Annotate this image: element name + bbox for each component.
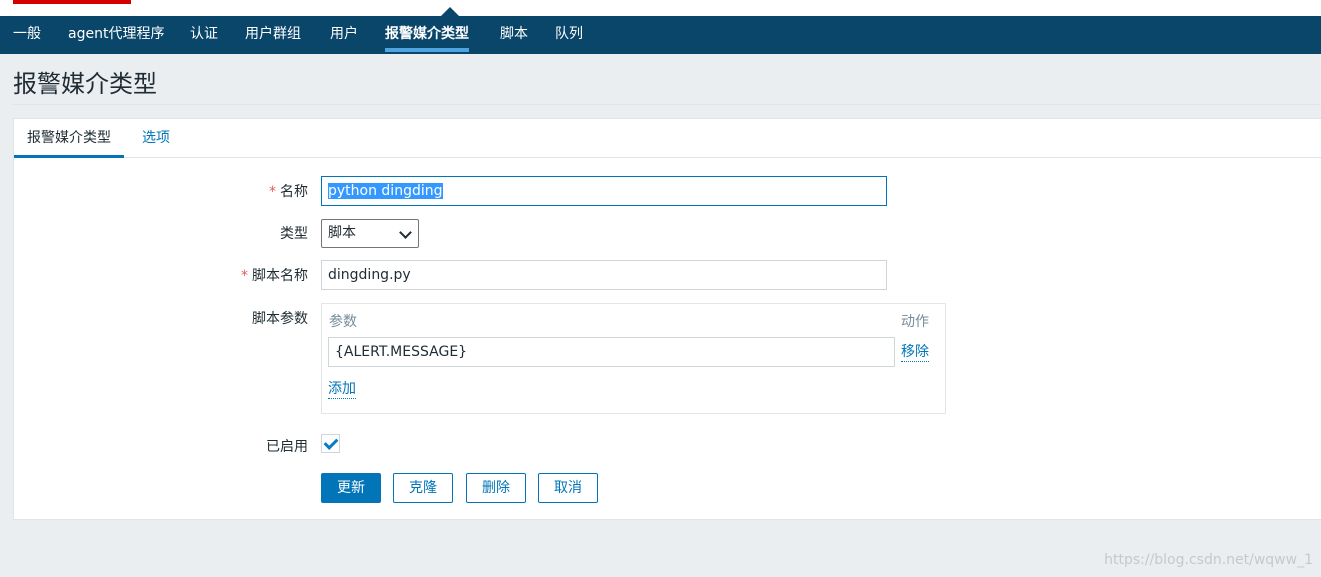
- nav-item-user-groups[interactable]: 用户群组: [245, 16, 301, 54]
- page-title: 报警媒介类型: [13, 70, 157, 98]
- enabled-label: 已启用: [266, 439, 308, 455]
- name-label: * 名称: [269, 181, 308, 201]
- name-input[interactable]: python dingding: [321, 176, 887, 206]
- nav-item-authentication[interactable]: 认证: [190, 16, 218, 54]
- script-params-label: 脚本参数: [252, 311, 308, 327]
- type-select[interactable]: 脚本: [321, 219, 419, 248]
- nav-item-queue[interactable]: 队列: [555, 16, 583, 54]
- type-label: 类型: [280, 226, 308, 242]
- script-params-table: 参数 动作 {ALERT.MESSAGE} 移除 添加: [321, 303, 946, 414]
- tab-media-type[interactable]: 报警媒介类型: [14, 119, 124, 158]
- name-input-value: python dingding: [328, 183, 443, 199]
- delete-button[interactable]: 删除: [466, 473, 526, 503]
- enabled-checkbox[interactable]: [321, 434, 340, 453]
- script-name-input-value: dingding.py: [328, 267, 411, 283]
- update-button[interactable]: 更新: [321, 473, 381, 503]
- script-name-label-text: 脚本名称: [252, 268, 308, 284]
- script-name-label: * 脚本名称: [241, 265, 308, 285]
- type-select-value: 脚本: [328, 225, 356, 241]
- admin-nav: 一般 agent代理程序 认证 用户群组 用户 报警媒介类型 脚本 队列: [0, 16, 1321, 54]
- params-column-header: 参数: [329, 314, 357, 330]
- script-param-input[interactable]: {ALERT.MESSAGE}: [328, 337, 895, 367]
- checkmark-icon: [323, 435, 339, 450]
- action-column-header: 动作: [901, 314, 929, 330]
- clone-button[interactable]: 克隆: [393, 473, 453, 503]
- brand-logo-bar: [13, 0, 131, 4]
- tab-options[interactable]: 选项: [142, 119, 170, 157]
- nav-item-scripts[interactable]: 脚本: [500, 16, 528, 54]
- form-tabs: 报警媒介类型 选项: [14, 119, 1321, 158]
- media-type-form-panel: 报警媒介类型 选项 * 名称 python dingding 类型 脚本 * 脚本名…: [13, 118, 1321, 520]
- name-label-text: 名称: [280, 184, 308, 200]
- watermark: https://blog.csdn.net/wqww_1: [1104, 552, 1313, 568]
- nav-item-general[interactable]: 一般: [13, 16, 41, 54]
- nav-item-agent-proxies[interactable]: agent代理程序: [68, 16, 164, 54]
- cancel-button[interactable]: 取消: [538, 473, 598, 503]
- required-marker: *: [241, 268, 248, 284]
- title-divider: [13, 104, 1321, 105]
- nav-item-media-types[interactable]: 报警媒介类型: [385, 16, 469, 54]
- top-strip: [0, 0, 1321, 17]
- nav-item-users[interactable]: 用户: [330, 16, 358, 54]
- remove-param-link[interactable]: 移除: [901, 343, 929, 362]
- required-marker: *: [269, 184, 276, 200]
- script-name-input[interactable]: dingding.py: [321, 260, 887, 290]
- add-param-link[interactable]: 添加: [328, 380, 356, 399]
- chevron-down-icon: [399, 226, 412, 239]
- script-param-value: {ALERT.MESSAGE}: [335, 344, 468, 360]
